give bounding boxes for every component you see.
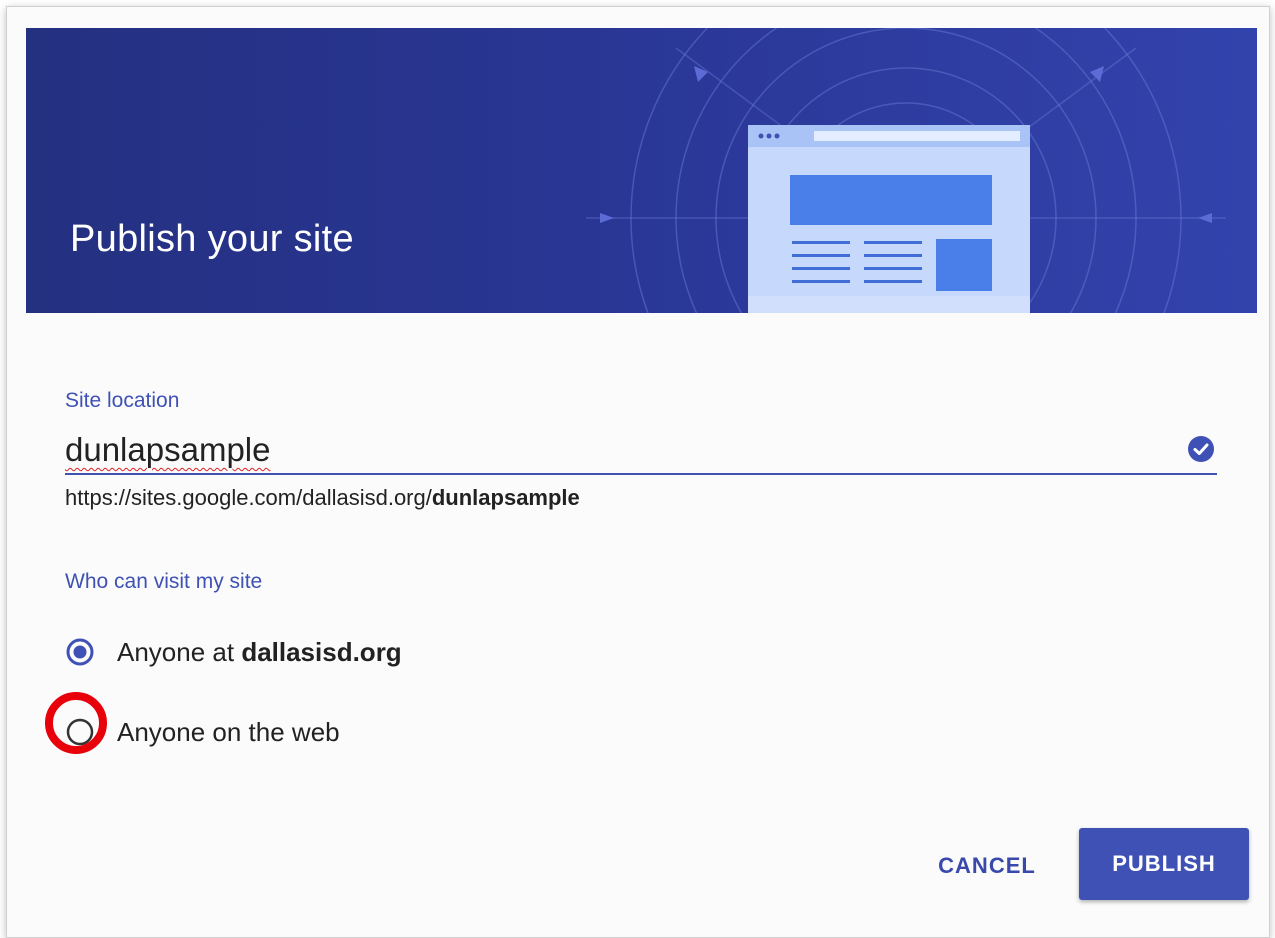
radio-selected-icon[interactable] [65,637,95,667]
radio-option-web[interactable]: Anyone on the web [65,712,340,752]
radio-option-domain-label: Anyone at dallasisd.org [117,637,402,668]
site-location-input[interactable]: dunlapsample [65,429,1217,475]
dialog-header: Publish your site [26,28,1257,313]
cancel-button[interactable]: CANCEL [917,833,1057,899]
site-location-value[interactable]: dunlapsample [65,431,270,469]
site-location-label: Site location [65,389,180,412]
site-url-name: dunlapsample [431,485,580,510]
visibility-label: Who can visit my site [65,570,263,593]
dialog-title: Publish your site [70,218,354,260]
publish-button[interactable]: PUBLISH [1079,828,1249,900]
header-illustration [26,28,1257,313]
radio-option-web-label: Anyone on the web [117,716,340,747]
site-url: https://sites.google.com/dallasisd.org/d… [65,485,580,511]
browser-window-icon [748,125,1030,313]
radio-option-domain-bold: dallasisd.org [241,636,402,667]
radio-option-domain[interactable]: Anyone at dallasisd.org [65,632,402,672]
radio-option-domain-prefix: Anyone at [117,636,242,667]
publish-dialog: Publish your site Site location dunlapsa… [6,6,1270,938]
site-url-prefix: https://sites.google.com/dallasisd.org/ [65,485,432,510]
check-circle-icon [1188,436,1214,462]
radio-unselected-icon[interactable] [65,717,95,747]
